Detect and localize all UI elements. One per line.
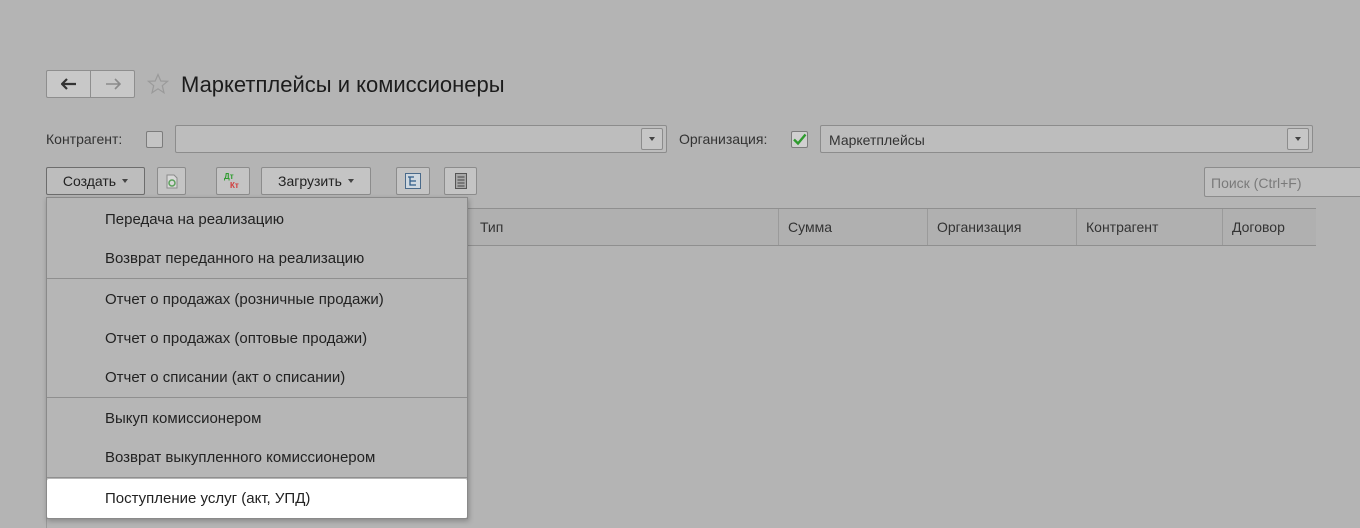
create-dropdown-menu: Передача на реализацию Возврат переданно… xyxy=(46,197,468,519)
organization-field[interactable]: Маркетплейсы xyxy=(820,125,1313,153)
arrow-left-icon xyxy=(60,78,76,90)
menu-item-services-receipt[interactable]: Поступление услуг (акт, УПД) xyxy=(47,479,467,518)
menu-item-commissioner-buyout[interactable]: Выкуп комиссионером xyxy=(47,399,467,438)
menu-separator xyxy=(47,397,467,398)
copy-document-button[interactable] xyxy=(157,167,186,195)
menu-item-buyout-return[interactable]: Возврат выкупленного комиссионером xyxy=(47,438,467,477)
column-header-amount[interactable]: Сумма xyxy=(778,209,832,245)
forward-button[interactable] xyxy=(90,71,134,97)
organization-value: Маркетплейсы xyxy=(829,132,925,148)
search-input[interactable]: Поиск (Ctrl+F) xyxy=(1204,167,1360,197)
column-header-organization[interactable]: Организация xyxy=(927,209,1021,245)
checkmark-icon xyxy=(793,133,807,146)
chevron-down-icon xyxy=(347,179,354,183)
svg-text:Кт: Кт xyxy=(230,181,239,190)
counterparty-checkbox[interactable] xyxy=(146,131,163,148)
chevron-down-icon xyxy=(649,137,655,141)
counterparty-label: Контрагент: xyxy=(46,131,123,147)
dt-kt-icon: Дт Кт xyxy=(224,172,239,190)
copy-document-icon xyxy=(166,174,177,189)
organization-label: Организация: xyxy=(679,131,768,147)
favorite-star-icon[interactable] xyxy=(147,73,169,95)
list-settings-button[interactable] xyxy=(444,167,477,195)
load-button[interactable]: Загрузить xyxy=(261,167,371,195)
column-header-type[interactable]: Тип xyxy=(470,209,503,245)
organization-checkbox[interactable] xyxy=(791,131,808,148)
arrow-right-icon xyxy=(105,78,121,90)
organization-dropdown-button[interactable] xyxy=(1287,128,1309,150)
create-button[interactable]: Создать xyxy=(46,167,145,195)
menu-separator xyxy=(47,477,467,478)
menu-item-sales-report-retail[interactable]: Отчет о продажах (розничные продажи) xyxy=(47,280,467,319)
menu-item-consignment-return[interactable]: Возврат переданного на реализацию xyxy=(47,239,467,278)
load-button-label: Загрузить xyxy=(278,173,342,189)
hierarchy-icon xyxy=(405,173,421,189)
back-button[interactable] xyxy=(47,71,90,97)
column-header-contract[interactable]: Договор xyxy=(1222,209,1285,245)
svg-text:Дт: Дт xyxy=(224,172,234,181)
menu-separator xyxy=(47,278,467,279)
menu-item-consignment-transfer[interactable]: Передача на реализацию xyxy=(47,200,467,239)
search-placeholder: Поиск (Ctrl+F) xyxy=(1211,175,1302,191)
page-title: Маркетплейсы и комиссионеры xyxy=(181,72,505,97)
history-nav xyxy=(46,70,135,98)
chevron-down-icon xyxy=(1295,137,1301,141)
list-icon xyxy=(454,173,467,189)
chevron-down-icon xyxy=(122,179,129,183)
counterparty-field[interactable] xyxy=(175,125,667,153)
menu-item-writeoff-report[interactable]: Отчет о списании (акт о списании) xyxy=(47,358,467,397)
create-button-label: Создать xyxy=(62,173,117,189)
counterparty-dropdown-button[interactable] xyxy=(641,128,663,150)
column-header-counterparty[interactable]: Контрагент xyxy=(1076,209,1158,245)
structure-button[interactable] xyxy=(396,167,430,195)
menu-item-sales-report-wholesale[interactable]: Отчет о продажах (оптовые продажи) xyxy=(47,319,467,358)
dt-kt-button[interactable]: Дт Кт xyxy=(216,167,250,195)
